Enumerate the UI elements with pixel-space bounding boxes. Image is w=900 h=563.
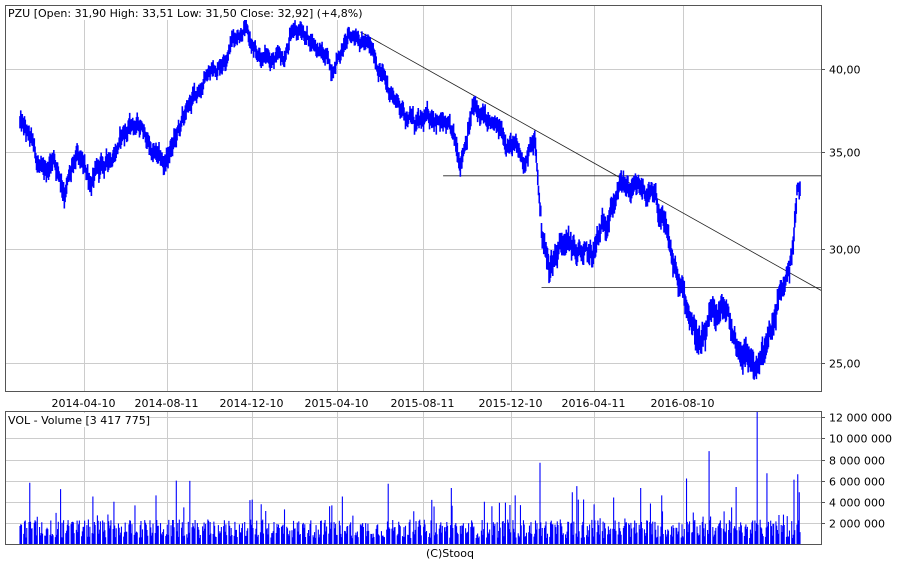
volume-y-tick-label: 12 000 000 — [829, 412, 892, 425]
x-tick-label: 2014-04-10 — [52, 397, 116, 410]
volume-y-tick-label: 10 000 000 — [829, 433, 892, 446]
footer-credit: (C)Stooq — [425, 547, 474, 560]
volume-chart-title: VOL - Volume [3 417 775] — [8, 414, 150, 427]
volume-y-tick-label: 4 000 000 — [829, 497, 885, 510]
volume-y-tick-label: 6 000 000 — [829, 476, 885, 489]
y-tick-label: 35,00 — [829, 147, 861, 160]
x-tick-label: 2016-04-11 — [562, 397, 626, 410]
volume-y-tick-label: 8 000 000 — [829, 455, 885, 468]
x-tick-label: 2014-08-11 — [135, 397, 199, 410]
price-chart-title: PZU [Open: 31,90 High: 33,51 Low: 31,50 … — [8, 7, 363, 20]
y-tick-label: 25,00 — [829, 358, 861, 371]
stock-chart: 2014-04-10 2014-08-11 2014-12-10 2015-04-10… — [0, 0, 900, 563]
x-tick-label: 2015-04-10 — [305, 397, 369, 410]
volume-y-tick-label: 2 000 000 — [829, 518, 885, 531]
y-tick-label: 30,00 — [829, 244, 861, 257]
chart-background — [0, 0, 900, 563]
x-tick-label: 2015-08-11 — [391, 397, 455, 410]
x-tick-label: 2014-12-10 — [220, 397, 284, 410]
x-tick-label: 2016-08-10 — [651, 397, 715, 410]
y-tick-label: 40,00 — [829, 64, 861, 77]
x-tick-label: 2015-12-10 — [479, 397, 543, 410]
